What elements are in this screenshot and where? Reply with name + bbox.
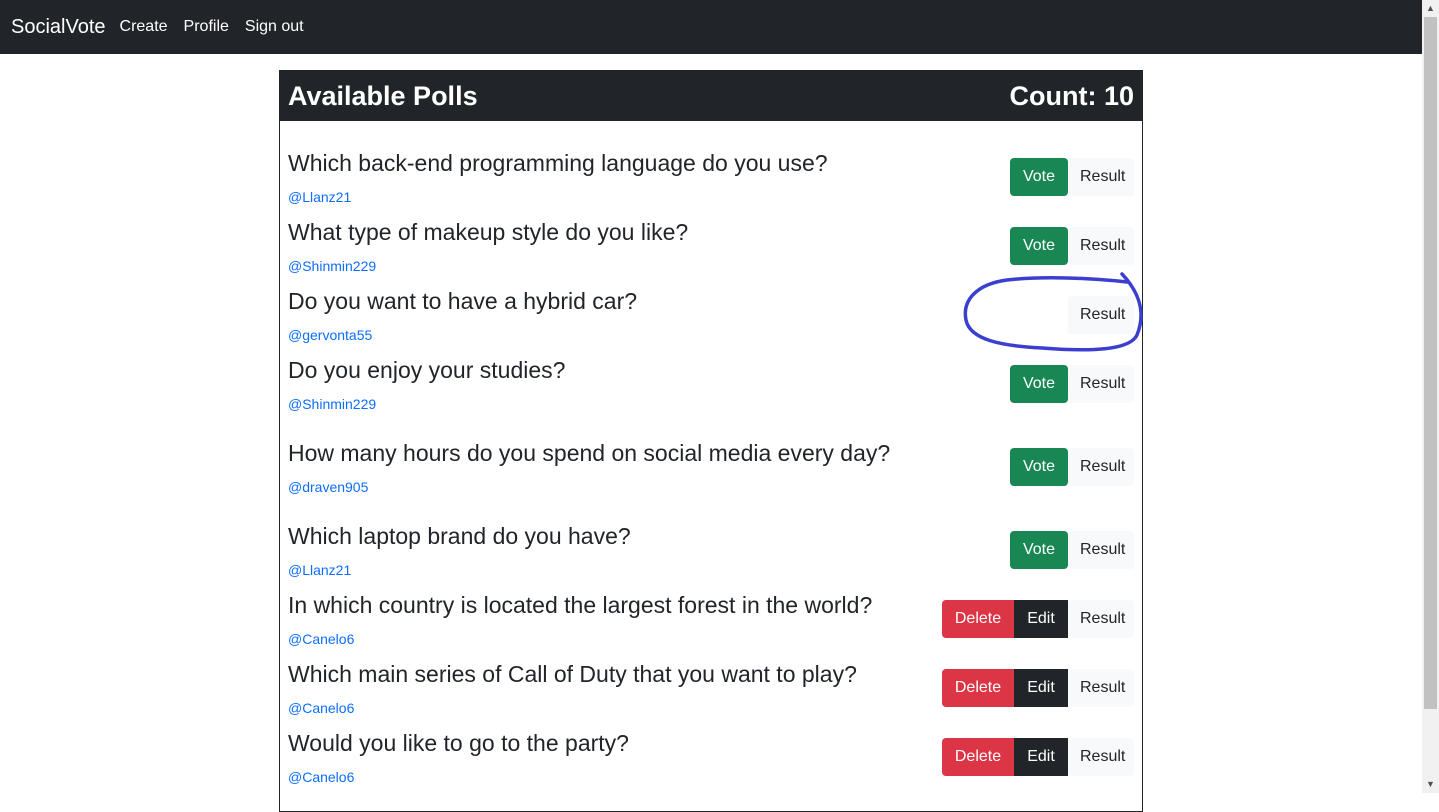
poll-question[interactable]: How many hours do you spend on social me…	[288, 439, 928, 468]
poll-question[interactable]: Do you want to have a hybrid car?	[288, 287, 928, 316]
poll-text: Which main series of Call of Duty that y…	[288, 660, 928, 716]
poll-item: Which laptop brand do you have? @Llanz21…	[288, 520, 1134, 579]
nav-create-link[interactable]: Create	[120, 18, 168, 36]
result-button[interactable]: Result	[1068, 157, 1134, 196]
poll-question[interactable]: Which main series of Call of Duty that y…	[288, 660, 928, 689]
delete-button[interactable]: Delete	[942, 668, 1014, 707]
result-button[interactable]: Result	[1068, 530, 1134, 569]
scroll-up-arrow-icon[interactable]: ▲	[1422, 0, 1439, 17]
poll-item: Which back-end programming language do y…	[288, 147, 1134, 206]
vote-button[interactable]: Vote	[1010, 157, 1068, 196]
vote-button[interactable]: Vote	[1010, 364, 1068, 403]
poll-actions: Vote Result	[1010, 530, 1134, 569]
poll-item: Do you want to have a hybrid car? @gervo…	[288, 285, 1134, 344]
poll-actions: Delete Edit Result	[942, 599, 1134, 638]
poll-actions: Result	[1068, 295, 1134, 334]
poll-text: How many hours do you spend on social me…	[288, 439, 928, 495]
scroll-down-arrow-icon[interactable]: ▼	[1422, 776, 1439, 793]
poll-author-link[interactable]: @gervonta55	[288, 327, 928, 343]
nav-profile-link[interactable]: Profile	[184, 18, 229, 36]
poll-text: Which laptop brand do you have? @Llanz21	[288, 522, 928, 578]
poll-item: In which country is located the largest …	[288, 589, 1134, 648]
poll-actions: Delete Edit Result	[942, 668, 1134, 707]
poll-author-link[interactable]: @Shinmin229	[288, 258, 928, 274]
poll-question[interactable]: What type of makeup style do you like?	[288, 218, 928, 247]
poll-item: How many hours do you spend on social me…	[288, 423, 1134, 510]
delete-button[interactable]: Delete	[942, 599, 1014, 638]
result-button[interactable]: Result	[1068, 226, 1134, 265]
poll-actions: Vote Result	[1010, 157, 1134, 196]
edit-button[interactable]: Edit	[1014, 737, 1068, 776]
edit-button[interactable]: Edit	[1014, 599, 1068, 638]
poll-text: Which back-end programming language do y…	[288, 149, 928, 205]
edit-button[interactable]: Edit	[1014, 668, 1068, 707]
poll-text: What type of makeup style do you like? @…	[288, 218, 928, 274]
vote-button[interactable]: Vote	[1010, 226, 1068, 265]
poll-author-link[interactable]: @draven905	[288, 479, 928, 495]
result-button[interactable]: Result	[1068, 295, 1134, 334]
result-button[interactable]: Result	[1068, 668, 1134, 707]
poll-author-link[interactable]: @Llanz21	[288, 189, 928, 205]
poll-item: Do you enjoy your studies? @Shinmin229 V…	[288, 354, 1134, 413]
poll-author-link[interactable]: @Shinmin229	[288, 396, 928, 412]
vertical-scrollbar[interactable]: ▲ ▼	[1422, 0, 1439, 793]
poll-actions: Vote Result	[1010, 364, 1134, 403]
poll-question[interactable]: Would you like to go to the party?	[288, 729, 928, 758]
result-button[interactable]: Result	[1068, 737, 1134, 776]
scrollbar-thumb[interactable]	[1424, 17, 1437, 709]
poll-question[interactable]: Do you enjoy your studies?	[288, 356, 928, 385]
poll-text: In which country is located the largest …	[288, 591, 928, 647]
polls-card: Available Polls Count: 10 Which back-end…	[279, 70, 1143, 812]
poll-actions: Vote Result	[1010, 226, 1134, 265]
vote-button[interactable]: Vote	[1010, 447, 1068, 486]
poll-text: Do you enjoy your studies? @Shinmin229	[288, 356, 928, 412]
polls-title: Available Polls	[288, 80, 478, 111]
poll-question[interactable]: Which back-end programming language do y…	[288, 149, 928, 178]
result-button[interactable]: Result	[1068, 599, 1134, 638]
poll-text: Do you want to have a hybrid car? @gervo…	[288, 287, 928, 343]
poll-item: What type of makeup style do you like? @…	[288, 216, 1134, 275]
poll-text: Would you like to go to the party? @Cane…	[288, 729, 928, 785]
result-button[interactable]: Result	[1068, 447, 1134, 486]
poll-author-link[interactable]: @Llanz21	[288, 562, 928, 578]
poll-item: Would you like to go to the party? @Cane…	[288, 727, 1134, 786]
polls-header: Available Polls Count: 10	[280, 71, 1142, 121]
poll-author-link[interactable]: @Canelo6	[288, 769, 928, 785]
poll-list: Which back-end programming language do y…	[280, 147, 1142, 786]
polls-count: Count: 10	[1009, 80, 1135, 111]
poll-actions: Delete Edit Result	[942, 737, 1134, 776]
poll-item: Which main series of Call of Duty that y…	[288, 658, 1134, 717]
nav-signout-link[interactable]: Sign out	[245, 18, 304, 36]
vote-button[interactable]: Vote	[1010, 530, 1068, 569]
poll-author-link[interactable]: @Canelo6	[288, 700, 928, 716]
poll-actions: Vote Result	[1010, 447, 1134, 486]
poll-question[interactable]: Which laptop brand do you have?	[288, 522, 928, 551]
top-navbar: SocialVote Create Profile Sign out	[0, 0, 1422, 54]
result-button[interactable]: Result	[1068, 364, 1134, 403]
brand-logo[interactable]: SocialVote	[11, 16, 106, 39]
poll-author-link[interactable]: @Canelo6	[288, 631, 928, 647]
poll-question[interactable]: In which country is located the largest …	[288, 591, 928, 620]
delete-button[interactable]: Delete	[942, 737, 1014, 776]
